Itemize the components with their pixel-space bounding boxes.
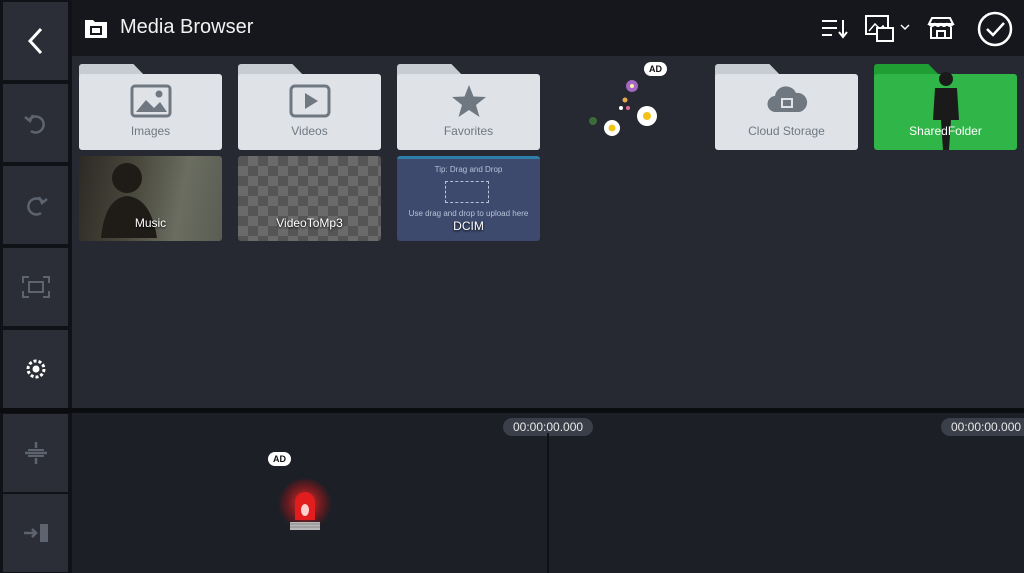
settings-icon	[26, 359, 45, 379]
siren-icon[interactable]	[277, 478, 333, 538]
flowers-image	[589, 80, 657, 136]
store-icon[interactable]	[927, 16, 955, 40]
tile-label: DCIM	[453, 219, 484, 233]
folder-music[interactable]: Music	[79, 156, 222, 241]
timeline-split	[547, 433, 549, 573]
media-folder-icon	[85, 20, 107, 38]
folder-images[interactable]: Images	[79, 60, 222, 150]
redo-button[interactable]	[3, 166, 68, 244]
media-grid: Images Videos Favorites AD Cloud Storage…	[72, 56, 1024, 408]
folder-shared[interactable]: SharedFolder	[874, 60, 1017, 150]
folder-label: Favorites	[443, 124, 494, 138]
folder-cloud-storage[interactable]: Cloud Storage	[715, 60, 858, 150]
drop-zone	[445, 181, 489, 203]
crop-icon	[21, 276, 50, 298]
cloud-icon	[766, 86, 807, 113]
export-button[interactable]	[3, 494, 68, 572]
image-icon	[130, 84, 171, 118]
crop-button[interactable]	[3, 248, 68, 326]
page-title: Media Browser	[120, 16, 254, 38]
split-icon	[24, 442, 47, 464]
person-icon	[933, 72, 959, 150]
settings-button[interactable]	[3, 330, 68, 408]
folder-videos[interactable]: Videos	[238, 60, 381, 150]
sort-icon[interactable]	[820, 16, 850, 42]
video-icon	[289, 84, 330, 118]
star-icon	[451, 85, 486, 117]
undo-icon	[23, 114, 45, 134]
folder-label: Images	[130, 124, 171, 138]
dcim-subtext: Use drag and drop to upload here	[408, 209, 529, 218]
folder-label: SharedFolder	[909, 124, 982, 138]
tile-label: Music	[134, 216, 167, 230]
folder-label: Cloud Storage	[748, 124, 825, 138]
header-bar: Media Browser	[72, 0, 1024, 56]
undo-button[interactable]	[3, 84, 68, 162]
folder-videotomp3[interactable]: VideoToMp3	[238, 156, 381, 241]
media-type-icon[interactable]	[864, 14, 914, 44]
left-toolbar	[0, 0, 70, 573]
ad-banner[interactable]: AD	[582, 60, 692, 150]
split-button[interactable]	[3, 414, 68, 492]
folder-favorites[interactable]: Favorites	[397, 60, 540, 150]
tile-label: VideoToMp3	[276, 216, 343, 230]
ad-badge-timeline: AD	[268, 452, 291, 466]
dcim-tip: Tip: Drag and Drop	[434, 165, 503, 174]
export-icon	[23, 524, 48, 542]
timeline-panel: 00:00:00.000 00:00:00.000 AD	[72, 413, 1024, 573]
timecode-right: 00:00:00.000	[941, 418, 1024, 436]
folder-dcim[interactable]: Tip: Drag and Drop Use drag and drop to …	[397, 156, 540, 241]
back-button[interactable]	[3, 2, 68, 80]
redo-icon	[26, 196, 48, 216]
done-icon[interactable]	[977, 11, 1013, 47]
back-icon	[27, 27, 42, 55]
folder-label: Videos	[291, 124, 328, 138]
